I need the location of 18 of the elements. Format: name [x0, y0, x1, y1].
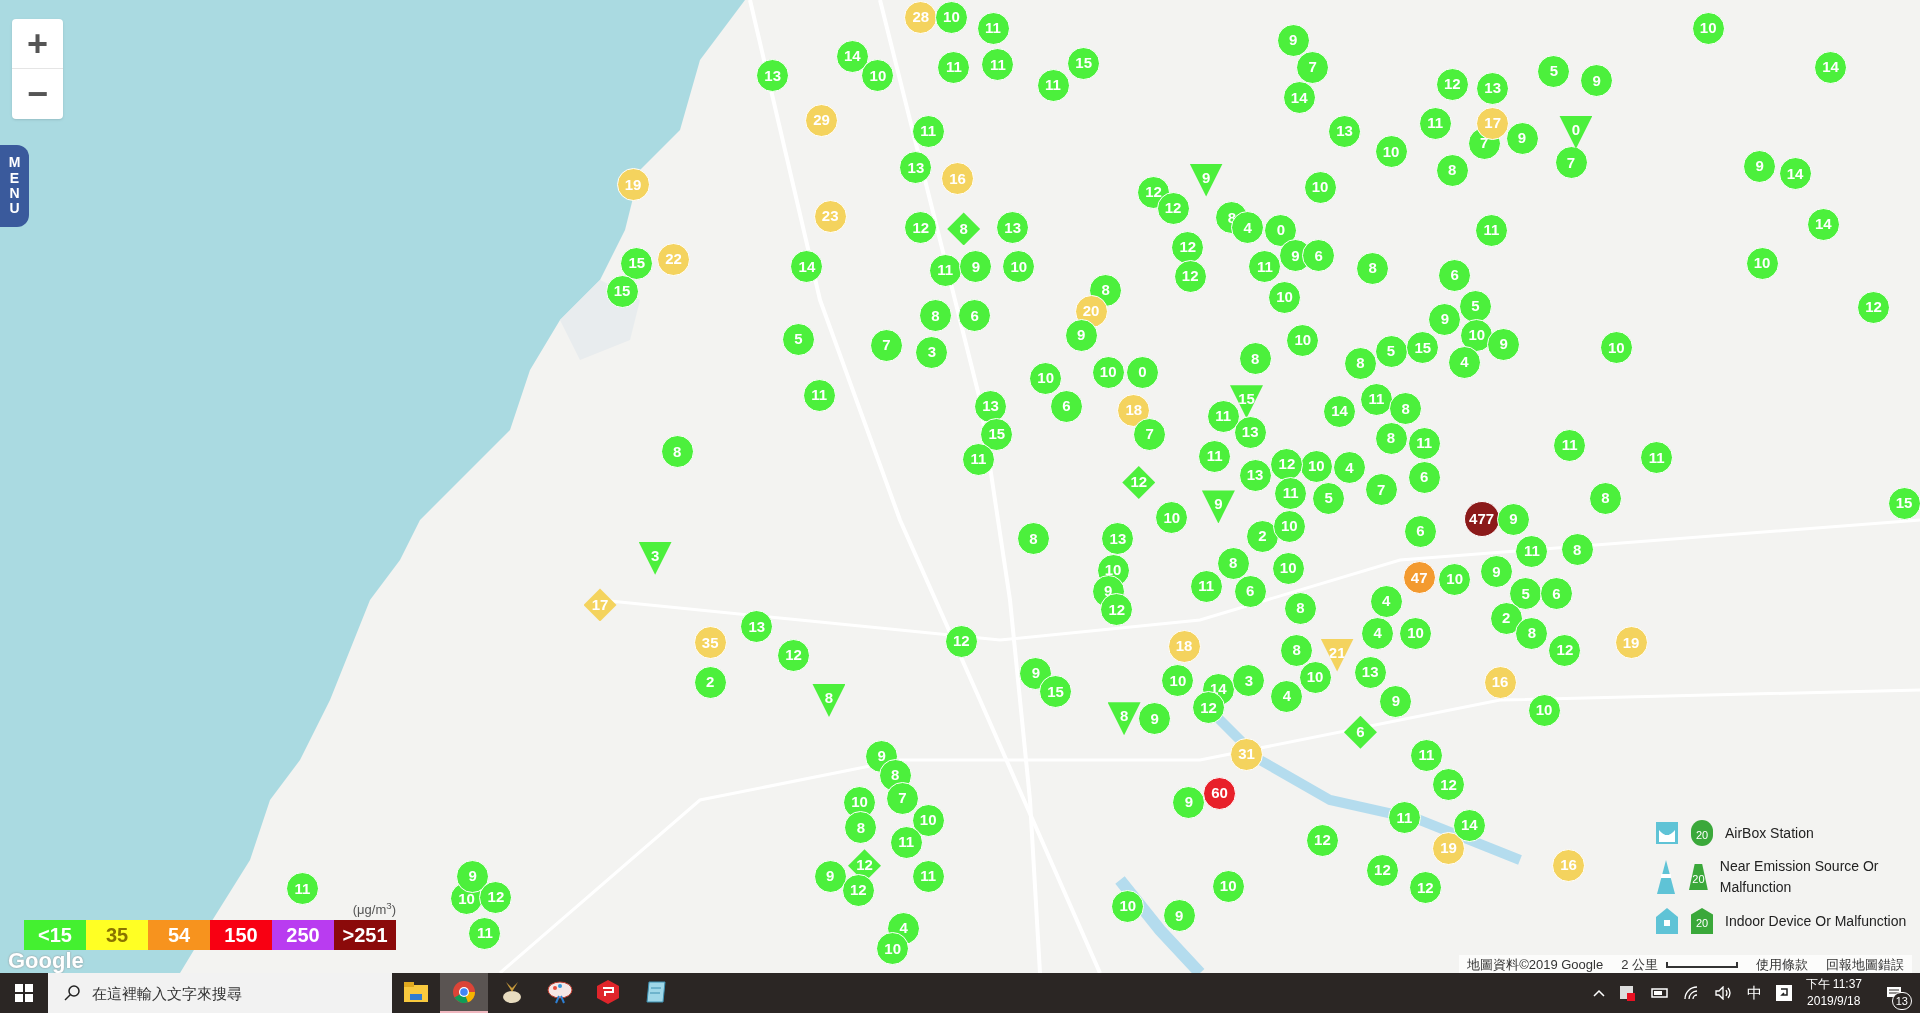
aqi-scale-step: 150 [210, 919, 272, 950]
legend-label: Indoor Device Or Malfunction [1725, 911, 1907, 931]
sample-marker: 20 [1691, 908, 1713, 934]
legend-label: Near Emission Source Or Malfunction [1719, 857, 1880, 897]
unit-label: (μg/m$^{3}$) [352, 900, 396, 919]
map-attribution: 地圖資料©2019 Google [1467, 956, 1604, 973]
sample-marker: 20 [1689, 864, 1708, 890]
clock-time: 下午 11:37 [1805, 976, 1862, 993]
aqi-scale-step: 250 [272, 919, 334, 950]
aqi-scale-step: >251 [334, 919, 396, 950]
clock-date: 2019/9/18 [1807, 993, 1861, 1010]
scale-label: 2 公里 [1621, 956, 1658, 973]
legend-label: AirBox Station [1725, 823, 1814, 843]
sample-marker: 20 [1691, 820, 1713, 846]
aqi-scale-step: 54 [148, 919, 210, 950]
aqi-scale-step: 35 [86, 919, 148, 950]
aqi-scale-step: <15 [24, 919, 86, 950]
google-logo: Google [8, 950, 84, 972]
